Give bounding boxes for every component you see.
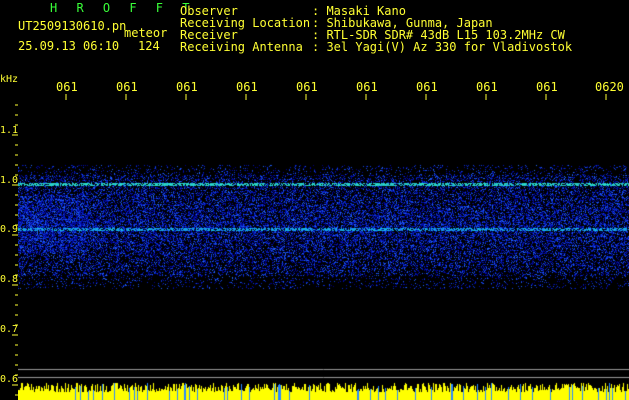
- file-name: UT2509130610.pn: [18, 19, 127, 33]
- hrofft-window: H R O F F T UT2509130610.pn meteor 25.09…: [0, 0, 629, 400]
- x-tick: 0620: [595, 80, 624, 94]
- x-axis-tick-marks: [65, 94, 607, 100]
- x-tick: 061: [416, 80, 438, 94]
- x-tick: 061: [356, 80, 378, 94]
- file-tag: meteor: [124, 26, 168, 40]
- app-title: H R O F F T: [50, 1, 196, 15]
- x-tick: 061: [116, 80, 138, 94]
- timestamp: 25.09.13 06:10: [18, 39, 120, 53]
- signal-level-bar: [18, 381, 629, 400]
- y-unit-label: kHz: [0, 74, 19, 85]
- antenna-label: Receiving Antenna: [180, 40, 303, 54]
- spectrogram: [18, 103, 629, 380]
- x-tick: 061: [536, 80, 558, 94]
- x-tick: 061: [476, 80, 498, 94]
- x-tick: 061: [296, 80, 318, 94]
- x-tick: 061: [176, 80, 198, 94]
- y-axis-tick-marks: [12, 104, 18, 396]
- event-count: 124: [138, 39, 160, 53]
- antenna-value: : 3el Yagi(V) Az 330 for Vladivostok: [312, 40, 573, 54]
- x-tick: 061: [56, 80, 78, 94]
- x-tick: 061: [236, 80, 258, 94]
